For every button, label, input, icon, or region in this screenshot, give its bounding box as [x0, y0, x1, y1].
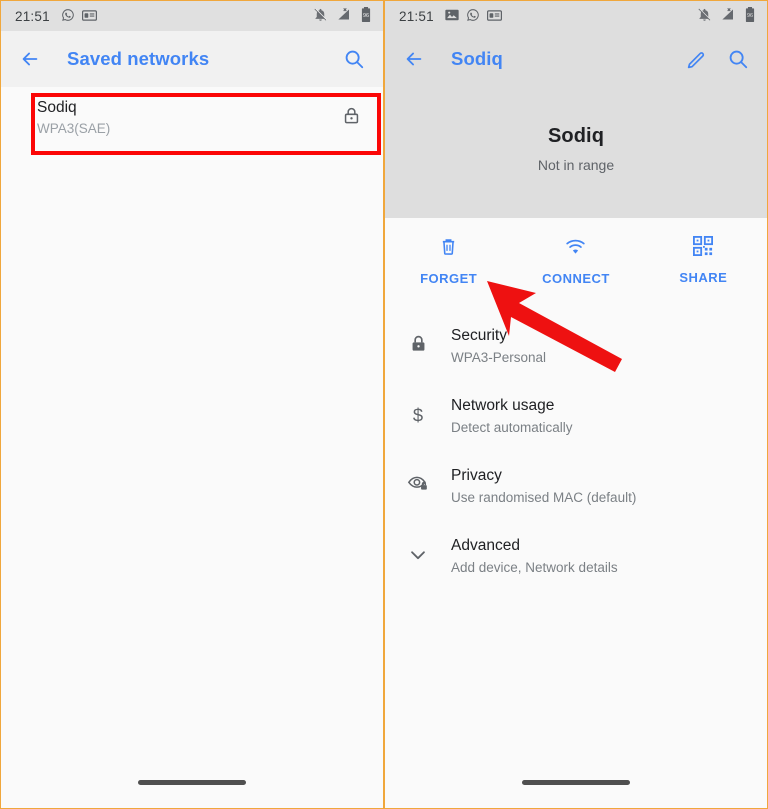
right-nav-bar — [385, 762, 767, 808]
status-bar-system-icons: 96 — [697, 7, 756, 25]
search-icon[interactable] — [339, 44, 369, 74]
trash-icon — [438, 236, 459, 262]
home-gesture-pill[interactable] — [138, 779, 246, 785]
battery-icon: 96 — [360, 7, 372, 25]
network-action-row: FORGET CONNECT SHARE — [385, 218, 767, 302]
list-item[interactable]: Sodiq WPA3(SAE) — [1, 87, 383, 149]
notifications-off-icon — [313, 7, 328, 25]
detail-title: Advanced — [451, 537, 520, 554]
right-status-bar: 21:51 96 — [385, 1, 767, 31]
whatsapp-icon — [61, 8, 75, 25]
detail-value: Use randomised MAC (default) — [451, 490, 637, 505]
pencil-edit-icon[interactable] — [681, 44, 711, 74]
connect-button-label: CONNECT — [542, 271, 610, 286]
back-arrow-icon[interactable] — [15, 44, 45, 74]
connect-button[interactable]: CONNECT — [512, 236, 639, 286]
page-title: Saved networks — [67, 48, 210, 69]
share-button[interactable]: SHARE — [640, 236, 767, 286]
signal-no-service-icon — [336, 7, 352, 25]
search-icon[interactable] — [723, 44, 753, 74]
status-bar-clock: 21:51 — [15, 8, 50, 24]
network-status: Not in range — [537, 156, 615, 173]
forget-button[interactable]: FORGET — [385, 236, 512, 286]
status-bar-system-icons: 96 — [313, 7, 372, 25]
detail-title: Network usage — [451, 397, 555, 414]
share-button-label: SHARE — [679, 270, 728, 285]
gb-card-icon — [81, 9, 97, 24]
qr-code-icon — [693, 236, 714, 261]
detail-row-security[interactable]: Security WPA3-Personal — [385, 312, 767, 382]
whatsapp-icon — [466, 8, 480, 25]
home-gesture-pill[interactable] — [522, 779, 630, 785]
page-title: Sodiq — [451, 48, 503, 69]
right-app-bar: Sodiq — [385, 31, 767, 87]
network-name: Sodiq — [37, 99, 77, 116]
svg-text:96: 96 — [747, 13, 753, 19]
svg-text:96: 96 — [363, 13, 369, 19]
lock-icon — [385, 325, 451, 353]
status-bar-clock: 21:51 — [399, 8, 434, 24]
screenshot-root: 21:51 96 Saved networks Sodiq WPA3(SAE) … — [0, 0, 768, 809]
left-app-bar: Saved networks — [1, 31, 383, 87]
chevron-down-icon — [385, 535, 451, 566]
left-status-bar: 21:51 96 — [1, 1, 383, 31]
network-details-list: Security WPA3-Personal $ Network usage D… — [385, 302, 767, 592]
network-security-type: WPA3(SAE) — [37, 121, 111, 136]
network-hero-header: Sodiq Not in range — [385, 87, 767, 218]
dollar-icon: $ — [385, 395, 451, 426]
signal-no-service-icon — [720, 7, 736, 25]
detail-title: Security — [451, 327, 507, 344]
status-bar-notification-icons — [445, 8, 502, 25]
detail-value: WPA3-Personal — [451, 350, 547, 365]
detail-row-privacy[interactable]: Privacy Use randomised MAC (default) — [385, 452, 767, 522]
saved-networks-list: Sodiq WPA3(SAE) — [1, 87, 383, 149]
svg-text:$: $ — [413, 404, 423, 425]
left-phone-screen: 21:51 96 Saved networks Sodiq WPA3(SAE) — [0, 0, 384, 809]
detail-title: Privacy — [451, 467, 502, 484]
eye-privacy-icon — [385, 465, 451, 492]
battery-icon: 96 — [744, 7, 756, 25]
detail-row-advanced[interactable]: Advanced Add device, Network details — [385, 522, 767, 592]
gb-card-icon — [486, 9, 502, 24]
status-bar-notification-icons — [61, 8, 97, 25]
detail-value: Add device, Network details — [451, 560, 618, 575]
lock-icon — [342, 106, 361, 130]
network-ssid: Sodiq — [547, 124, 605, 147]
photo-icon — [445, 9, 459, 24]
notifications-off-icon — [697, 7, 712, 25]
forget-button-label: FORGET — [420, 271, 478, 286]
back-arrow-icon[interactable] — [399, 44, 429, 74]
detail-row-network-usage[interactable]: $ Network usage Detect automatically — [385, 382, 767, 452]
left-nav-bar — [1, 762, 383, 808]
detail-value: Detect automatically — [451, 420, 573, 435]
right-phone-screen: 21:51 96 Sodiq Sodiq Not in range FORGET… — [384, 0, 768, 809]
wifi-icon — [564, 236, 587, 262]
